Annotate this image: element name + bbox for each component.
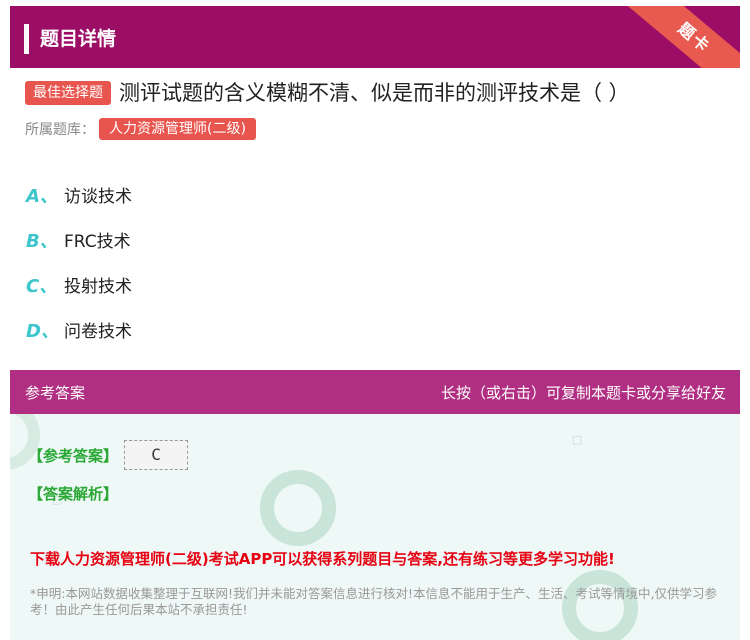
watermark-logo-icon — [260, 470, 336, 546]
option-letter: D、 — [26, 320, 59, 342]
share-hint: 长按（或右击）可复制本题卡或分享给好友 — [440, 384, 726, 402]
options-list: A、 访谈技术 B、 FRC技术 C、 投射技术 D、 问卷技术 — [26, 172, 726, 352]
option-text: 问卷技术 — [64, 322, 132, 342]
question-text: 测评试题的含义模糊不清、似是而非的测评技术是（ ） — [119, 81, 630, 105]
reference-answer-label: 【参考答案】 — [28, 446, 119, 465]
option-text: 访谈技术 — [64, 187, 132, 207]
question-type-badge: 最佳选择题 — [25, 81, 111, 105]
option-text: FRC技术 — [64, 232, 131, 252]
disclaimer-text: *申明:本网站数据收集整理于互联网!我们并未能对答案信息进行核对!本信息不能用于… — [30, 586, 717, 617]
option-d[interactable]: D、 问卷技术 — [26, 307, 726, 352]
option-text: 投射技术 — [64, 277, 132, 297]
card-ribbon[interactable]: 题卡 — [613, 6, 740, 68]
answer-section: ◇ ◇ 参考答案 长按（或右击）可复制本题卡或分享给好友 【参考答案】 C 【答… — [10, 370, 740, 640]
answer-analysis-label: 【答案解析】 — [28, 485, 119, 503]
answer-header-title: 参考答案 — [25, 384, 86, 402]
bank-badge[interactable]: 人力资源管理师(二级) — [99, 118, 256, 140]
option-a[interactable]: A、 访谈技术 — [26, 172, 726, 217]
question-block: 最佳选择题 测评试题的含义模糊不清、似是而非的测评技术是（ ） 所属题库： 人力… — [25, 78, 745, 140]
reference-answer-row: 【参考答案】 C — [28, 440, 189, 470]
page-title: 题目详情 — [40, 28, 117, 50]
watermark-text: ◇ — [564, 428, 588, 451]
answer-header: 参考答案 长按（或右击）可复制本题卡或分享给好友 — [10, 370, 740, 414]
option-letter: A、 — [26, 185, 58, 207]
download-app-link[interactable]: 下载人力资源管理师(二级)考试APP可以获得系列题目与答案,还有练习等更多学习功… — [30, 548, 730, 569]
option-letter: C、 — [26, 275, 58, 297]
reference-answer-value: C — [124, 440, 189, 470]
bank-label: 所属题库： — [25, 122, 95, 138]
option-letter: B、 — [26, 230, 58, 252]
title-bar: 题目详情 题卡 — [10, 6, 740, 68]
title-accent-bar — [24, 24, 29, 54]
option-c[interactable]: C、 投射技术 — [26, 262, 726, 307]
option-b[interactable]: B、 FRC技术 — [26, 217, 726, 262]
